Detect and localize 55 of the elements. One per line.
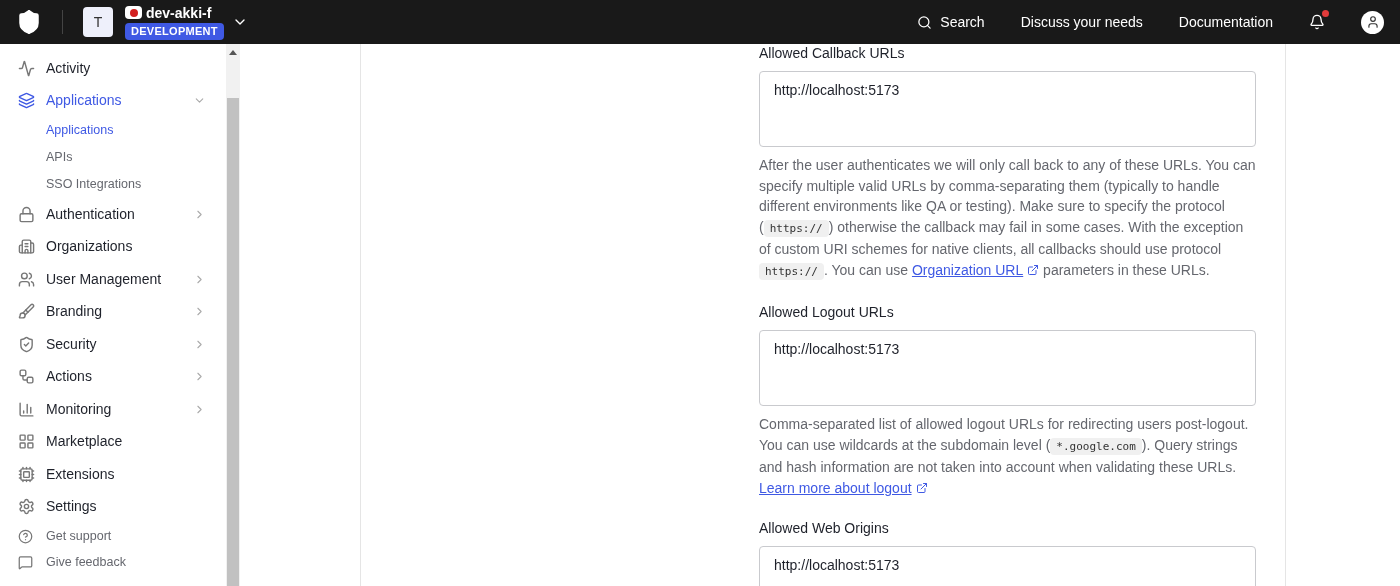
external-link-icon	[1027, 263, 1040, 276]
building-icon	[18, 238, 35, 256]
sidebar-item[interactable]: Organizations	[18, 230, 206, 263]
workflow-icon	[18, 368, 35, 386]
chip-icon	[18, 465, 35, 483]
sidebar-item[interactable]: Security	[18, 328, 206, 361]
search-icon	[917, 14, 933, 30]
users-icon	[18, 270, 35, 288]
sidebar-item[interactable]: Marketplace	[18, 425, 206, 458]
field-label: Allowed Logout URLs	[759, 304, 895, 321]
sidebar-subitem[interactable]: SSO Integrations	[18, 171, 206, 198]
sidebar-item[interactable]: Activity	[18, 52, 206, 85]
help-text: Comma-separated list of allowed logout URLs for redirecting users post-logout. You can use wildcards at the subdomain level ( *.google.com ). Query strings and hash information are not taken into account when validating these URLs. Learn more about logout	[759, 415, 1250, 498]
sidebar-item[interactable]: Applications	[18, 84, 206, 117]
sidebar-item[interactable]: Actions	[18, 360, 206, 393]
scroll-up-icon[interactable]	[229, 49, 237, 55]
settings-icon	[18, 498, 35, 516]
url-textarea[interactable]: http://localhost:5173	[759, 330, 1256, 406]
tenant-avatar[interactable]: T	[83, 7, 113, 37]
help-icon	[18, 528, 33, 544]
url-textarea[interactable]: http://localhost:5173	[759, 71, 1256, 147]
tenant-name[interactable]: dev-akki-f	[146, 4, 212, 21]
sidebar-subitem[interactable]: Applications	[18, 117, 206, 144]
activity-icon	[18, 59, 35, 77]
lock-icon	[18, 205, 35, 223]
url-textarea[interactable]: http://localhost:5173	[759, 546, 1256, 586]
header-link[interactable]: Discuss your needs	[1020, 11, 1143, 33]
sidebar-item[interactable]: Monitoring	[18, 393, 206, 426]
sidebar-item[interactable]: Authentication	[18, 198, 206, 231]
bar-chart-icon	[18, 400, 35, 418]
grid-icon	[18, 433, 35, 451]
sidebar-footer-link[interactable]: Get support	[18, 523, 206, 549]
sidebar-subitem[interactable]: APIs	[18, 144, 206, 171]
help-link[interactable]: Organization URL	[911, 259, 1040, 280]
shield-check-icon	[18, 335, 35, 353]
sidebar-item[interactable]: Extensions	[18, 458, 206, 491]
user-avatar[interactable]	[1361, 10, 1384, 34]
layers-icon	[18, 92, 35, 110]
brush-icon	[18, 303, 35, 321]
field-label: Allowed Callback URLs	[759, 45, 906, 62]
header-link[interactable]: Search	[917, 11, 985, 33]
external-link-icon	[915, 481, 928, 494]
sidebar-footer-link[interactable]: Give feedback	[18, 549, 206, 575]
sidebar-item[interactable]: Settings	[18, 490, 206, 523]
header-link[interactable]: Documentation	[1178, 11, 1273, 33]
scrollbar[interactable]	[226, 44, 240, 586]
logo-icon[interactable]	[16, 9, 42, 35]
feedback-icon	[18, 554, 33, 570]
sidebar-item[interactable]: User Management	[18, 263, 206, 296]
help-text: After the user authenticates we will only call back to any of these URLs. You can specify multiple valid URLs by comma-separating them (typically to handle different environments like QA or testing). Make sure to specify the protocol ( https:// ) otherwise the callback may fail in some cases. With the exception of custom URI schemes for native clients, all callbacks should use protocol https:// . You can use Organization URL parameters in these URLs.	[759, 156, 1256, 282]
field-label: Allowed Web Origins	[759, 520, 890, 537]
sidebar-item[interactable]: Branding	[18, 295, 206, 328]
flag-icon	[125, 6, 142, 19]
help-link[interactable]: Learn more about logout	[759, 477, 928, 498]
environment-badge: DEVELOPMENT	[125, 22, 224, 40]
